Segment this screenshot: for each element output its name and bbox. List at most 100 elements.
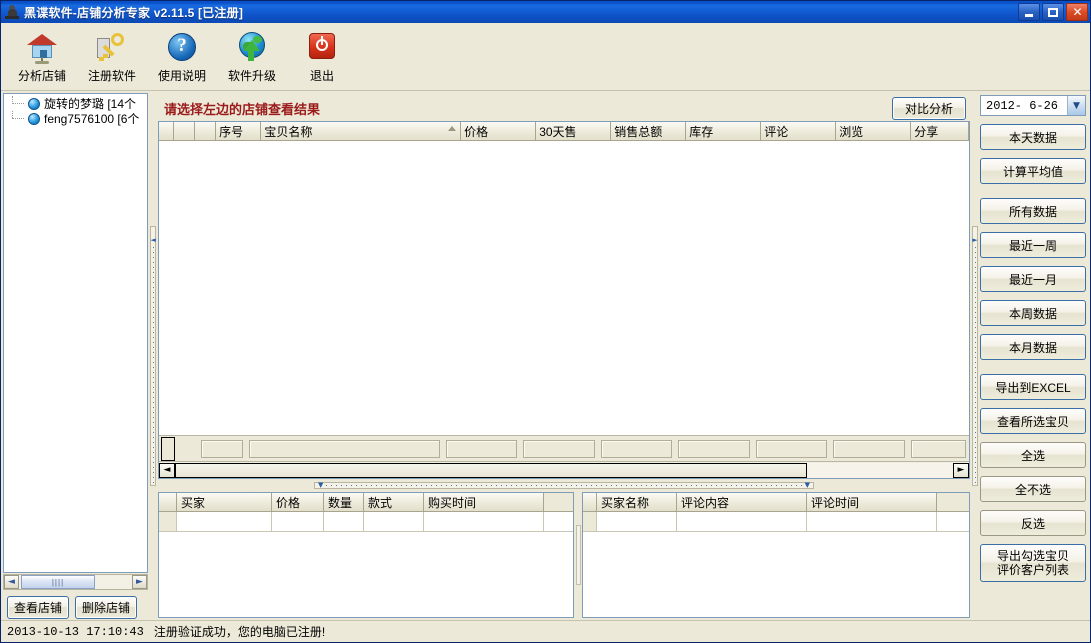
buyers-table-body[interactable] <box>159 532 573 617</box>
row-cell[interactable] <box>272 512 324 531</box>
scroll-left-arrow-icon[interactable]: ◄ <box>4 575 19 589</box>
grid-col-shares[interactable]: 分享 <box>911 122 970 140</box>
reviews-table-body[interactable] <box>583 532 969 617</box>
row-cell[interactable] <box>677 512 807 531</box>
right-splitter[interactable]: ► <box>970 91 980 620</box>
row-cell[interactable] <box>364 512 424 531</box>
all-data-button[interactable]: 所有数据 <box>980 198 1086 224</box>
row-cell[interactable] <box>807 512 937 531</box>
grid-footer-cell[interactable] <box>600 439 673 458</box>
compare-analysis-button[interactable]: 对比分析 <box>891 96 966 120</box>
buyers-col-style[interactable]: 款式 <box>364 493 424 511</box>
last-week-button[interactable]: 最近一周 <box>980 232 1086 258</box>
grid-col-total-sales[interactable]: 销售总额 <box>611 122 687 140</box>
tree-item[interactable]: feng7576100 [6个 <box>4 111 147 126</box>
maximize-button[interactable] <box>1042 3 1064 21</box>
last-month-button[interactable]: 最近一月 <box>980 266 1086 292</box>
date-select[interactable]: 2012- 6-26 ▼ <box>980 95 1086 116</box>
left-splitter[interactable]: ◄ <box>148 91 158 620</box>
grid-col-blank1[interactable] <box>159 122 174 140</box>
toolbar-button-exit[interactable]: 退出 <box>287 27 357 84</box>
grid-footer-selector[interactable] <box>161 436 175 461</box>
today-data-button[interactable]: 本天数据 <box>980 124 1086 150</box>
deselect-all-button[interactable]: 全不选 <box>980 476 1086 502</box>
row-cell[interactable] <box>424 512 544 531</box>
grid-footer-cell[interactable] <box>833 439 905 458</box>
scroll-right-arrow-icon[interactable]: ► <box>132 575 147 589</box>
select-all-button[interactable]: 全选 <box>980 442 1086 468</box>
grid-col-index[interactable]: 序号 <box>216 122 262 140</box>
this-month-data-button[interactable]: 本月数据 <box>980 334 1086 360</box>
page-title: 请选择左边的店铺查看结果 <box>164 101 321 117</box>
reviews-col-time[interactable]: 评论时间 <box>807 493 937 511</box>
invert-selection-button[interactable]: 反选 <box>980 510 1086 536</box>
grid-col-blank3[interactable] <box>194 122 217 140</box>
grid-footer-cell[interactable] <box>249 439 440 458</box>
grid-col-product-name[interactable]: 宝贝名称 <box>261 122 462 140</box>
buyers-col-purchase-time[interactable]: 购买时间 <box>424 493 544 511</box>
this-week-data-button[interactable]: 本周数据 <box>980 300 1086 326</box>
grid-col-stock[interactable]: 库存 <box>686 122 762 140</box>
grid-col-reviews[interactable]: 评论 <box>761 122 837 140</box>
splitter-down-arrow-icon[interactable]: ▼ <box>805 482 810 489</box>
row-cell[interactable] <box>324 512 364 531</box>
toolbar-button-help[interactable]: ? 使用说明 <box>147 27 217 84</box>
shop-tree[interactable]: 旋转的梦璐 [14个 feng7576100 [6个 <box>3 93 148 573</box>
grid-scroll-track[interactable] <box>175 462 953 478</box>
view-selected-items-button[interactable]: 查看所选宝贝 <box>980 408 1086 434</box>
tree-horizontal-scrollbar[interactable]: ◄ |||| ► <box>3 574 148 590</box>
minimize-button[interactable] <box>1018 3 1040 21</box>
toolbar-button-upgrade[interactable]: 软件升级 <box>217 27 287 84</box>
splitter-up-arrow-icon[interactable]: ▼ <box>318 482 323 489</box>
grid-footer-cell[interactable] <box>678 439 750 458</box>
calc-average-button[interactable]: 计算平均值 <box>980 158 1086 184</box>
scroll-thumb[interactable]: |||| <box>21 575 95 589</box>
toolbar-button-analyze-shop[interactable]: 分析店铺 <box>7 27 77 84</box>
buyers-empty-row[interactable] <box>159 512 573 532</box>
buyers-col-price[interactable]: 价格 <box>272 493 324 511</box>
grid-footer-cell[interactable] <box>445 439 518 458</box>
bottom-splitter[interactable] <box>574 492 582 618</box>
row-selector[interactable] <box>583 512 597 531</box>
grid-scroll-left-icon[interactable]: ◄ <box>159 462 175 478</box>
splitter-left-arrow-icon[interactable]: ◄ <box>150 236 155 244</box>
grid-col-views[interactable]: 浏览 <box>836 122 912 140</box>
view-shop-button[interactable]: 查看店铺 <box>7 596 70 619</box>
grid-scroll-right-icon[interactable]: ► <box>953 462 969 478</box>
buyers-col-quantity[interactable]: 数量 <box>324 493 364 511</box>
export-review-customers-button[interactable]: 导出勾选宝贝 评价客户列表 <box>980 544 1086 582</box>
horizontal-splitter[interactable]: ▼ ▼ <box>158 479 970 492</box>
grid-footer-row <box>159 435 969 461</box>
grid-footer-cell[interactable] <box>910 439 966 458</box>
reviews-empty-row[interactable] <box>583 512 969 532</box>
export-excel-button[interactable]: 导出到EXCEL <box>980 374 1086 400</box>
toolbar-button-register[interactable]: 注册软件 <box>77 27 147 84</box>
grid-col-label: 宝贝名称 <box>264 124 313 139</box>
grid-footer-cell[interactable] <box>201 439 244 458</box>
delete-shop-button[interactable]: 删除店铺 <box>75 596 138 619</box>
grid-col-30day-sales[interactable]: 30天售 <box>536 122 612 140</box>
row-cell[interactable] <box>597 512 677 531</box>
row-selector[interactable] <box>159 512 177 531</box>
grid-footer-cell[interactable] <box>523 439 595 458</box>
grid-scroll-thumb[interactable] <box>175 462 807 478</box>
row-cell[interactable] <box>177 512 272 531</box>
buyers-col-buyer[interactable]: 买家 <box>177 493 272 511</box>
reviews-col-blank[interactable] <box>583 493 597 511</box>
grid-horizontal-scrollbar[interactable]: ◄ ► <box>159 461 969 478</box>
grid-footer-cell[interactable] <box>755 439 828 458</box>
tree-item[interactable]: 旋转的梦璐 [14个 <box>4 96 147 111</box>
grid-col-blank2[interactable] <box>173 122 195 140</box>
buyers-col-blank[interactable] <box>159 493 177 511</box>
scroll-track[interactable]: |||| <box>19 575 132 589</box>
splitter-right-arrow-icon[interactable]: ► <box>972 236 977 244</box>
grid-header-row: 序号 宝贝名称 价格 30天售 销售总额 库存 评论 浏览 分享 <box>159 122 970 141</box>
grid-body[interactable] <box>159 141 969 435</box>
chevron-down-icon[interactable]: ▼ <box>1067 96 1085 115</box>
close-button[interactable]: ✕ <box>1066 3 1088 21</box>
reviews-col-content[interactable]: 评论内容 <box>677 493 807 511</box>
grid-col-price[interactable]: 价格 <box>461 122 537 140</box>
status-message: 注册验证成功，您的电脑已注册! <box>153 625 326 639</box>
globe-upgrade-icon <box>235 30 269 64</box>
reviews-col-buyer-name[interactable]: 买家名称 <box>597 493 677 511</box>
